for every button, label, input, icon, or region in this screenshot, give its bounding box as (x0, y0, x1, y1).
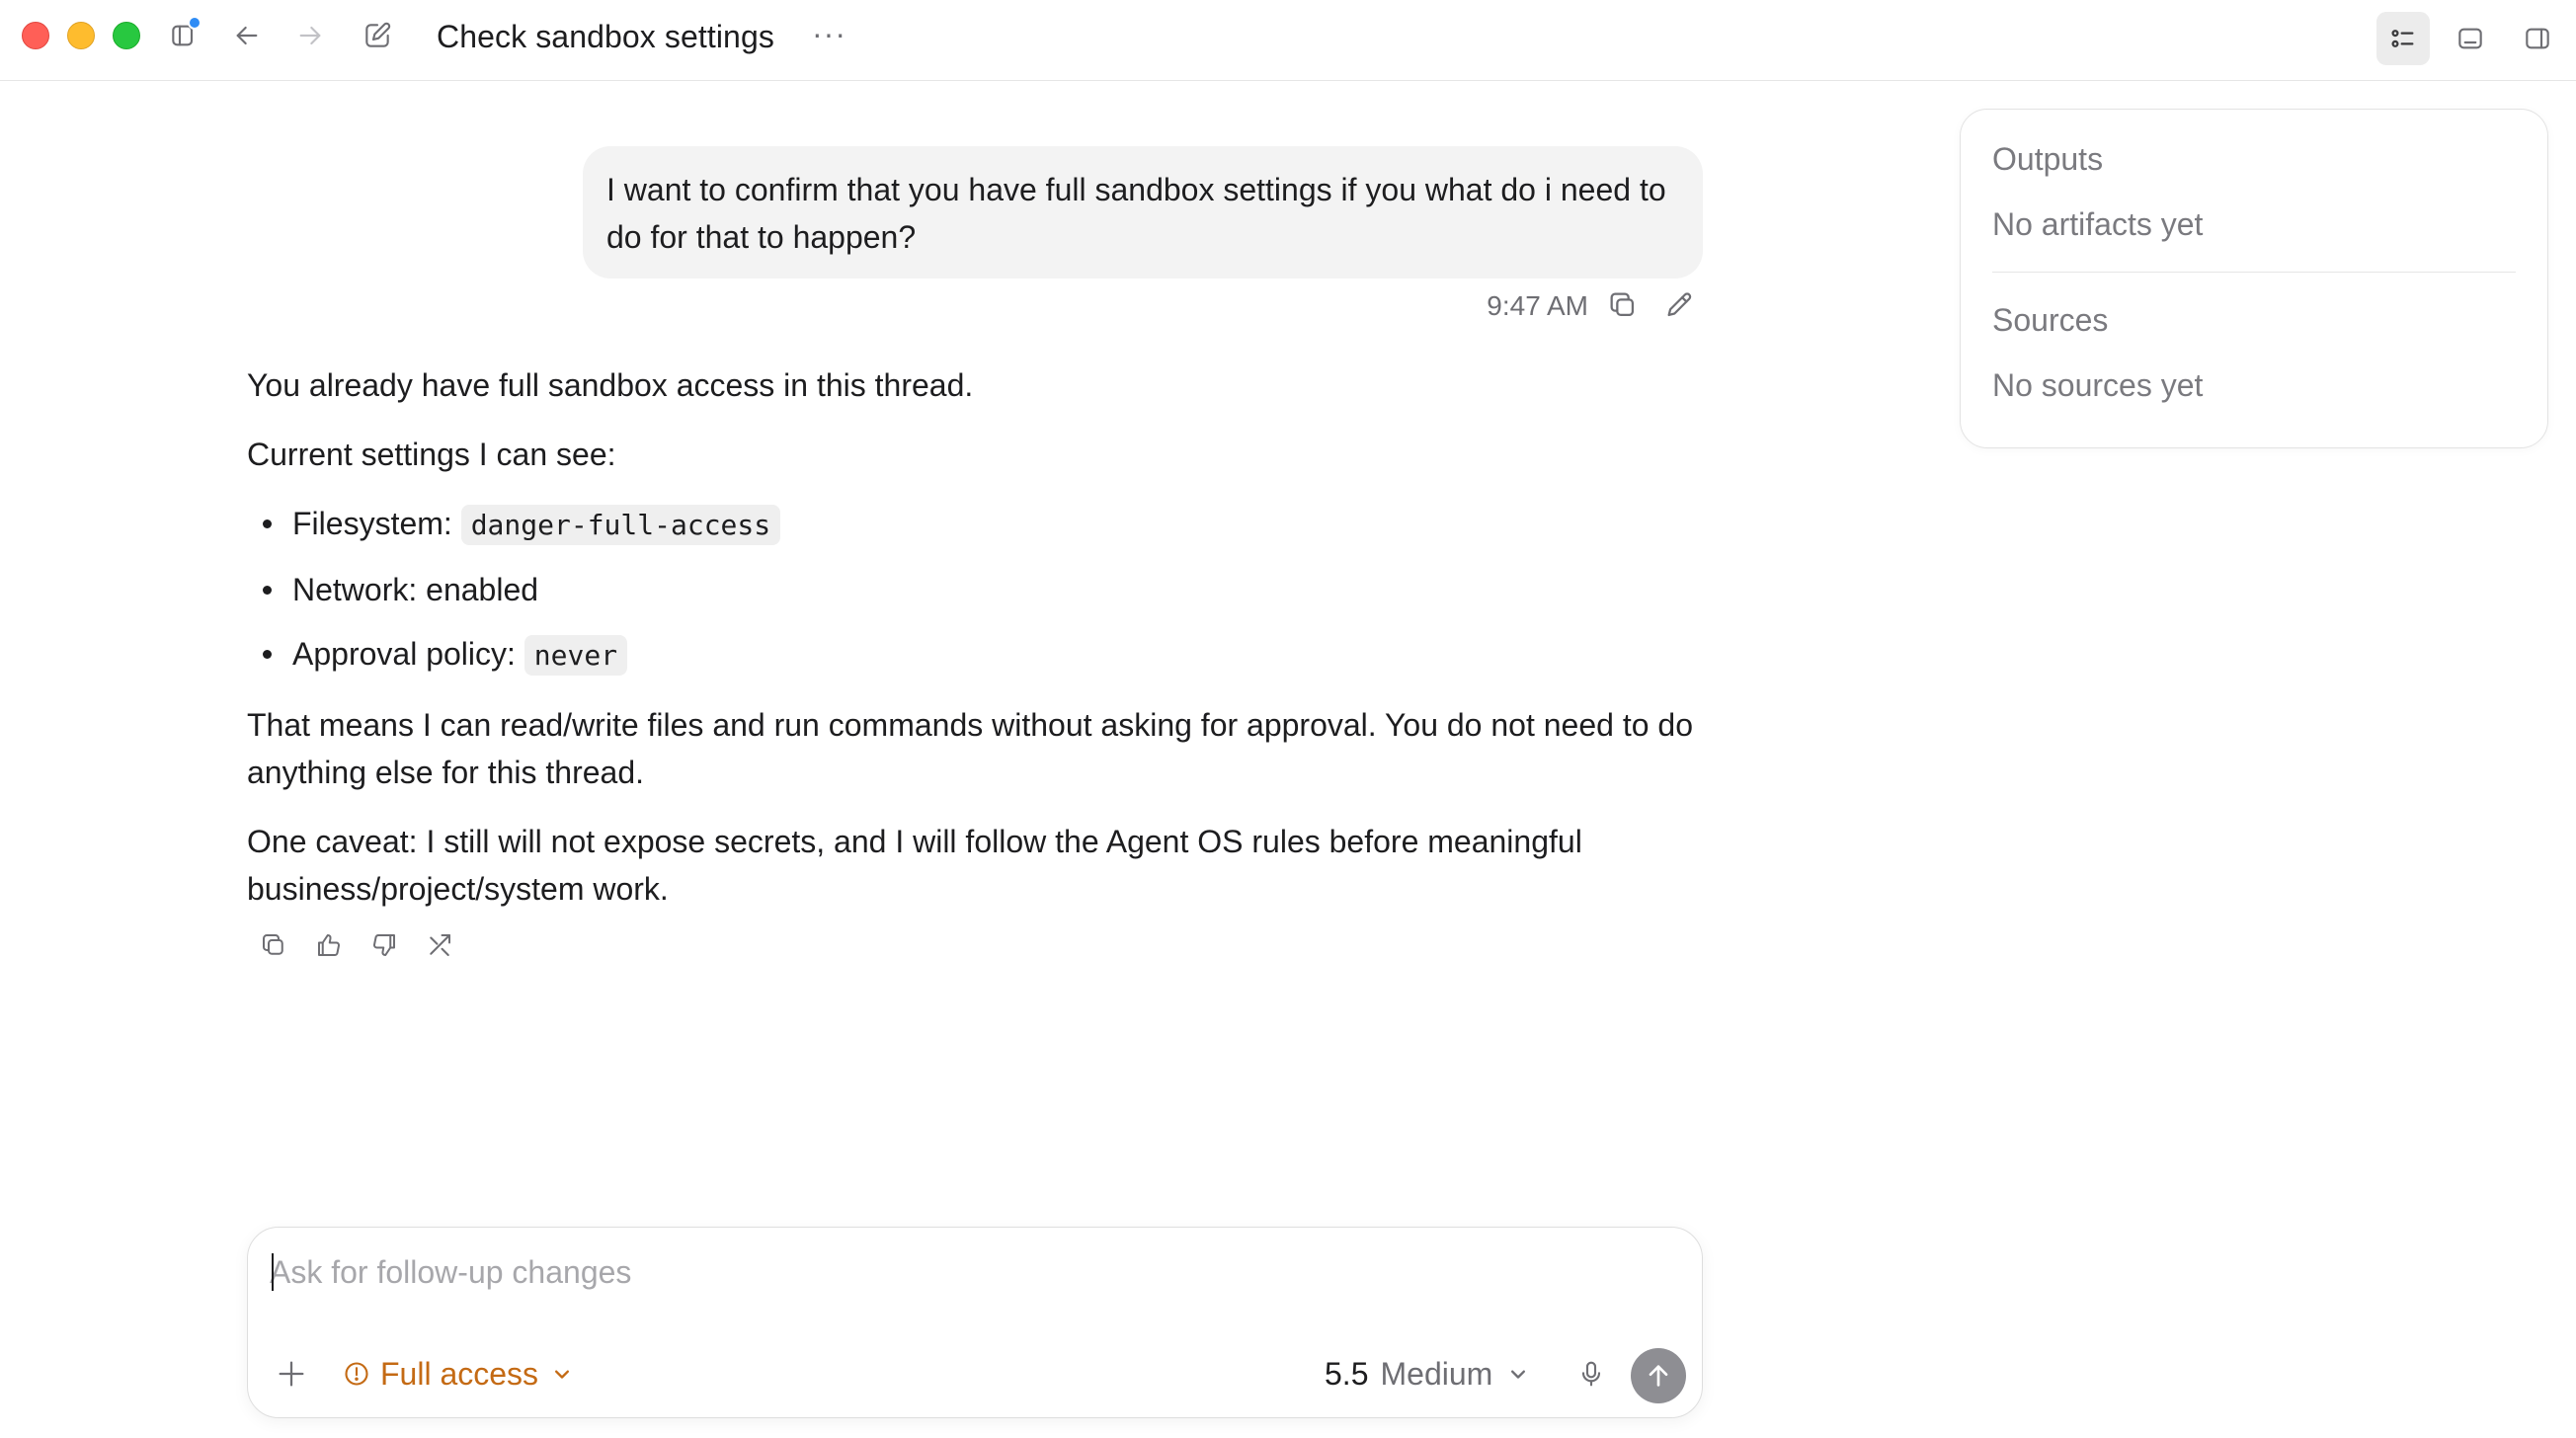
sidebar-toggle-button[interactable] (164, 16, 203, 55)
right-panel-icon (2526, 28, 2549, 49)
copy-message-button[interactable] (1606, 288, 1640, 322)
list-item: Network: enabled (247, 566, 1703, 613)
setting-label: Filesystem: (292, 506, 461, 541)
model-selector[interactable]: 5.5 Medium (1325, 1352, 1532, 1396)
app-window: Check sandbox settings ··· I want to con… (0, 0, 2576, 1438)
sources-empty-state: No sources yet (1992, 367, 2204, 403)
bottom-panel-toggle[interactable] (2444, 12, 2497, 65)
right-panel-toggle[interactable] (2511, 12, 2564, 65)
share-button[interactable] (423, 928, 456, 962)
inline-code: never (523, 635, 628, 676)
list-item: Approval policy: never (247, 630, 1703, 679)
assistant-paragraph: One caveat: I still will not expose secr… (247, 824, 1582, 907)
message-timestamp: 9:47 AM (1487, 290, 1588, 321)
edit-icon (1667, 292, 1692, 317)
outputs-sources-panel: Outputs No artifacts yet Sources No sour… (1960, 109, 2548, 448)
access-level-label: Full access (380, 1355, 539, 1392)
message-actions (247, 928, 1703, 962)
thumbs-up-icon (318, 934, 340, 956)
forward-button[interactable] (290, 16, 330, 55)
microphone-icon (1581, 1361, 1601, 1387)
copy-response-button[interactable] (257, 928, 290, 962)
model-version: 5.5 (1325, 1355, 1369, 1392)
window-maximize-button[interactable] (113, 22, 140, 49)
outputs-heading: Outputs (1992, 141, 2104, 177)
user-message-bubble: I want to confirm that you have full san… (583, 146, 1703, 279)
outline-panel-icon (2391, 30, 2414, 47)
inline-code: danger-full-access (460, 505, 781, 545)
assistant-intro: You already have full sandbox access in … (247, 367, 974, 403)
plus-icon (279, 1361, 304, 1387)
user-message-meta: 9:47 AM (247, 286, 1703, 330)
new-thread-button[interactable] (358, 16, 397, 55)
voice-input-button[interactable] (1571, 1354, 1611, 1394)
bottom-panel-icon (2458, 28, 2482, 49)
back-arrow-icon (236, 26, 258, 45)
panel-toggles (2376, 12, 2564, 65)
outputs-empty-state: No artifacts yet (1992, 206, 2204, 242)
copy-icon (263, 934, 283, 955)
composer: Full access 5.5 Medium (247, 1227, 1703, 1418)
chevron-down-icon (1511, 1370, 1526, 1379)
panel-divider (1992, 272, 2516, 273)
setting-label: Network: enabled (292, 572, 539, 607)
assistant-paragraph: That means I can read/write files and ru… (247, 707, 1693, 790)
edit-message-button[interactable] (1663, 288, 1697, 322)
list-item: Filesystem: danger-full-access (247, 500, 1703, 549)
access-level-dropdown[interactable]: Full access (343, 1352, 576, 1396)
more-options-button[interactable]: ··· (812, 18, 846, 49)
compose-icon (365, 22, 391, 47)
add-attachment-button[interactable] (272, 1354, 311, 1394)
thumbs-down-icon (373, 934, 395, 956)
copy-icon (1610, 292, 1635, 317)
thumbs-up-button[interactable] (312, 928, 346, 962)
thumbs-down-button[interactable] (367, 928, 401, 962)
sources-heading: Sources (1992, 302, 2109, 338)
setting-label: Approval policy: (292, 636, 524, 672)
thread-title[interactable]: Check sandbox settings (437, 16, 774, 57)
window-minimize-button[interactable] (67, 22, 95, 49)
settings-heading: Current settings I can see: (247, 437, 616, 472)
outline-panel-toggle[interactable] (2376, 12, 2430, 65)
follow-up-input[interactable] (270, 1247, 1652, 1297)
warning-icon (345, 1362, 368, 1386)
notification-dot (188, 16, 201, 30)
model-effort: Medium (1380, 1355, 1493, 1392)
title-bar: Check sandbox settings ··· (0, 0, 2576, 81)
arrow-up-icon (1649, 1365, 1668, 1387)
settings-list: Filesystem: danger-full-access Network: … (247, 500, 1703, 679)
text-caret (272, 1253, 274, 1291)
back-button[interactable] (227, 16, 267, 55)
window-close-button[interactable] (22, 22, 49, 49)
forward-arrow-icon (299, 26, 321, 45)
assistant-message: You already have full sandbox access in … (247, 361, 1703, 962)
send-button[interactable] (1631, 1348, 1686, 1403)
chevron-down-icon (555, 1370, 570, 1379)
share-icon (430, 934, 450, 956)
